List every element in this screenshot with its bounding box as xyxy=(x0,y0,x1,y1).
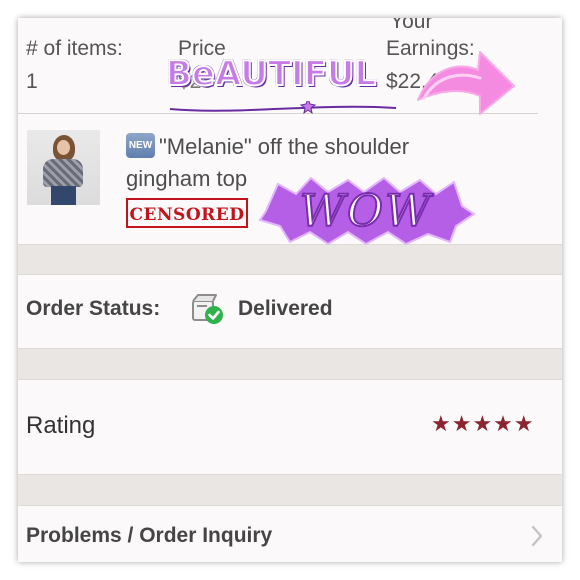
items-count-label: # of items: xyxy=(26,37,123,60)
chevron-right-icon[interactable] xyxy=(530,524,544,548)
rating-stars: ★★★★★ xyxy=(431,411,535,436)
beautiful-sticker: BeAUTIFUL xyxy=(165,53,377,95)
censored-stamp: CENSORED xyxy=(126,198,248,228)
rating-label: Rating xyxy=(26,412,96,439)
sticker-underline xyxy=(169,101,397,115)
item-thumbnail[interactable] xyxy=(27,130,100,205)
items-count-value: 1 xyxy=(26,70,38,93)
order-status-value: Delivered xyxy=(238,297,333,320)
wow-text: WOW xyxy=(300,186,434,237)
order-status-label: Order Status: xyxy=(26,297,161,320)
package-delivered-icon xyxy=(192,294,223,324)
wow-sticker: WOW xyxy=(258,176,476,246)
section-separator xyxy=(18,474,562,506)
problems-order-inquiry-link[interactable]: Problems / Order Inquiry xyxy=(26,524,272,548)
section-separator xyxy=(18,244,562,275)
earnings-label-top: Your xyxy=(390,18,433,33)
order-detail-screen: # of items: 1 Price $28 Your Earnings: $… xyxy=(18,18,562,562)
section-separator xyxy=(18,348,562,380)
new-badge-icon: NEW xyxy=(126,133,155,158)
pink-arrow-icon xyxy=(417,51,515,115)
